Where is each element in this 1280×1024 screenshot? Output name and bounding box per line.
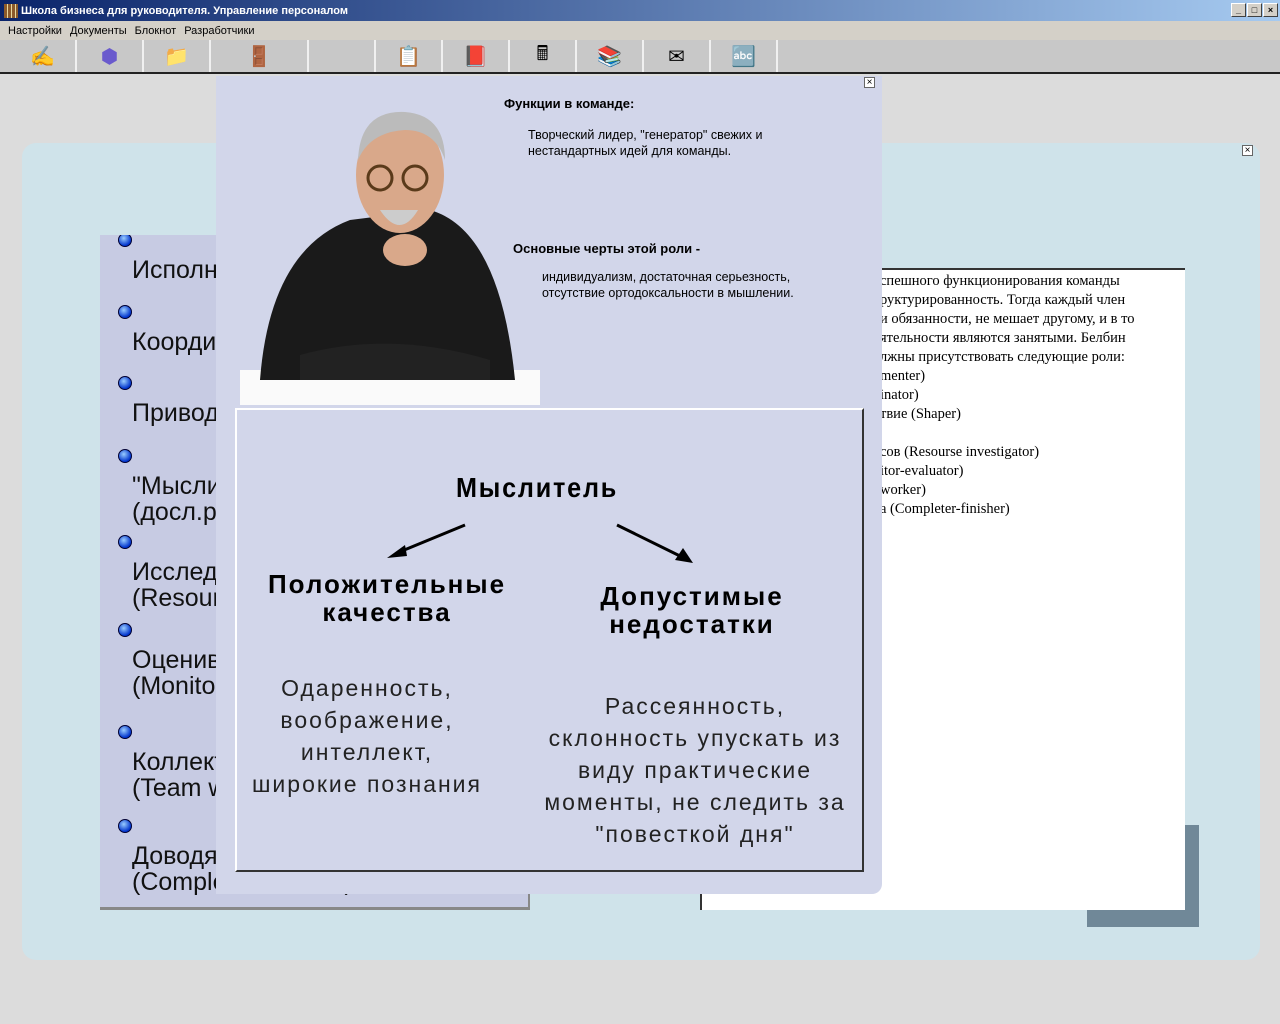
- role-title: Мыслитель: [455, 472, 619, 503]
- bullet-icon: [118, 535, 132, 549]
- traits-text: индивидуализм, достаточная серьезность, …: [542, 270, 794, 300]
- toolbar: ✍ ⬢ 📁 🚪 📋 📕 🖩 📚 ✉ 🔤: [0, 40, 1280, 74]
- role-popup: × Функции в команде: Творческий лидер, "…: [216, 76, 882, 894]
- functions-text: Творческий лидер, "генератор" свежих и н…: [528, 128, 763, 158]
- bullet-icon: [118, 235, 132, 247]
- bullet-icon: [118, 623, 132, 637]
- title-bar: Школа бизнеса для руководителя. Управлен…: [0, 0, 1280, 21]
- positive-heading: Положительные качества: [267, 569, 507, 627]
- text-line: menter): [880, 368, 926, 384]
- arrow-right-icon: [616, 523, 683, 559]
- thinking-man-photo: [240, 111, 540, 405]
- positive-text: Одаренность, воображение, интеллект, шир…: [251, 675, 482, 797]
- description-text: спешного функционирования команды руктур…: [880, 272, 1165, 519]
- text-line: твие (Shaper): [880, 406, 961, 422]
- traits-heading: Основные черты этой роли -: [513, 241, 701, 256]
- envelope-icon[interactable]: ✉: [644, 40, 711, 72]
- text-line: лжны присутствовать следующие роли:: [880, 349, 1125, 365]
- toolbar-spacer: [309, 40, 376, 72]
- text-line: itor-evaluator): [880, 463, 964, 479]
- bullet-icon: [118, 376, 132, 390]
- menu-bar: Настройки Документы Блокнот Разработчики: [0, 21, 1280, 40]
- minimize-button[interactable]: _: [1231, 3, 1246, 17]
- text-line: руктурированность. Тогда каждый член: [880, 292, 1126, 308]
- popup-close-icon[interactable]: ×: [864, 77, 875, 88]
- menu-notebook[interactable]: Блокнот: [135, 25, 177, 37]
- library-books-icon[interactable]: 📚: [577, 40, 644, 72]
- bullet-icon: [118, 449, 132, 463]
- clipboard-icon[interactable]: 📋: [376, 40, 443, 72]
- menu-documents[interactable]: Документы: [70, 25, 127, 37]
- text-line: а (Completer-finisher): [880, 501, 1010, 517]
- text-line: и обязанности, не мешает другому, и в то: [880, 311, 1135, 327]
- cubes-icon[interactable]: ⬢: [77, 40, 144, 72]
- menu-settings[interactable]: Настройки: [8, 25, 62, 37]
- menu-developers[interactable]: Разработчики: [184, 25, 254, 37]
- arrow-left-icon: [396, 523, 466, 555]
- bullet-icon: [118, 819, 132, 833]
- signature-icon[interactable]: ✍: [10, 40, 77, 72]
- calculator-icon[interactable]: 🖩: [510, 40, 577, 72]
- qualities-box: Мыслитель Положительные качества Допусти…: [235, 408, 864, 872]
- negative-text: Рассеянность, склонность упускать из вид…: [544, 693, 846, 847]
- panel-close-icon[interactable]: ×: [1242, 145, 1253, 156]
- text-line: inator): [880, 387, 919, 403]
- maximize-button[interactable]: □: [1247, 3, 1262, 17]
- text-line: worker): [880, 482, 926, 498]
- window-title: Школа бизнеса для руководителя. Управлен…: [21, 4, 348, 17]
- negative-heading: Допустимые недостатки: [600, 581, 784, 639]
- text-line: [880, 424, 1165, 443]
- arrows: [387, 523, 693, 563]
- bullet-icon: [118, 305, 132, 319]
- functions-heading: Функции в команде:: [504, 96, 635, 111]
- bullet-icon: [118, 725, 132, 739]
- text-line: сов (Resourse investigator): [880, 444, 1040, 460]
- text-line: спешного функционирования команды: [880, 273, 1120, 289]
- book-icon[interactable]: 📕: [443, 40, 510, 72]
- app-books-icon: [4, 3, 18, 18]
- exit-door-icon[interactable]: 🚪: [211, 40, 309, 72]
- abc-icon[interactable]: 🔤: [711, 40, 778, 72]
- text-line: ятельности являются занятыми. Белбин: [880, 330, 1126, 346]
- close-button[interactable]: ×: [1263, 3, 1278, 17]
- folders-icon[interactable]: 📁: [144, 40, 211, 72]
